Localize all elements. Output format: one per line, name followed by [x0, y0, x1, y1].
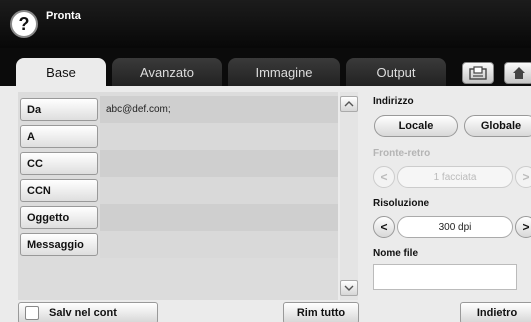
subject-field[interactable] — [100, 204, 338, 231]
bcc-button[interactable]: CCN — [20, 179, 98, 202]
tab-bar: Base Avanzato Immagine Output — [0, 48, 531, 86]
from-field[interactable]: abc@def.com; — [100, 96, 338, 123]
status-title: Pronta — [46, 10, 81, 22]
duplex-label: Fronte-retro — [373, 148, 431, 159]
home-button[interactable] — [504, 62, 531, 84]
save-checkbox[interactable] — [25, 306, 39, 320]
local-address-button[interactable]: Locale — [374, 115, 458, 137]
scroll-down-button[interactable] — [340, 280, 358, 296]
to-button[interactable]: A — [20, 125, 98, 148]
field-row-a: A — [18, 123, 338, 150]
message-field[interactable] — [100, 231, 338, 258]
scroll-up-button[interactable] — [340, 96, 358, 112]
tab-immagine[interactable]: Immagine — [228, 58, 340, 86]
cc-field[interactable] — [100, 150, 338, 177]
duplex-value: 1 facciata — [397, 166, 513, 188]
duplex-prev-button: < — [373, 166, 395, 188]
resolution-prev-button[interactable]: < — [373, 216, 395, 238]
from-button[interactable]: Da — [20, 98, 98, 121]
save-to-box-button[interactable]: Salv nel cont — [18, 302, 158, 322]
field-row-messaggio: Messaggio — [18, 231, 338, 258]
cc-button[interactable]: CC — [20, 152, 98, 175]
resolution-stepper[interactable]: < 300 dpi > — [373, 216, 531, 238]
header-bar: ? Pronta — [0, 0, 531, 48]
scrollbar[interactable] — [340, 92, 358, 300]
recipient-fields: Da abc@def.com; A CC CCN Oggetto Messagg… — [18, 92, 338, 300]
duplex-stepper: < 1 facciata > — [373, 166, 531, 188]
content-panel: Da abc@def.com; A CC CCN Oggetto Messagg… — [0, 86, 531, 322]
subject-button[interactable]: Oggetto — [20, 206, 98, 229]
tab-base[interactable]: Base — [16, 58, 106, 86]
tab-avanzato[interactable]: Avanzato — [112, 58, 222, 86]
to-field[interactable] — [100, 123, 338, 150]
home-icon — [513, 67, 525, 79]
field-row-ccn: CCN — [18, 177, 338, 204]
resolution-label: Risoluzione — [373, 198, 430, 209]
field-row-da: Da abc@def.com; — [18, 96, 338, 123]
back-button[interactable]: Indietro — [460, 302, 531, 322]
bcc-field[interactable] — [100, 177, 338, 204]
resolution-next-button[interactable]: > — [515, 216, 531, 238]
chevron-up-icon — [344, 101, 354, 107]
document-tray-button[interactable] — [462, 62, 494, 84]
address-label: Indirizzo — [373, 96, 414, 107]
save-to-box-label: Salv nel cont — [49, 307, 117, 319]
duplex-next-button: > — [515, 166, 531, 188]
global-address-button[interactable]: Globale — [464, 115, 531, 137]
document-tray-icon — [469, 66, 487, 80]
message-button[interactable]: Messaggio — [20, 233, 98, 256]
resolution-value: 300 dpi — [397, 216, 513, 238]
chevron-down-icon — [344, 285, 354, 291]
field-row-oggetto: Oggetto — [18, 204, 338, 231]
filename-input[interactable] — [373, 264, 517, 290]
tab-output[interactable]: Output — [346, 58, 446, 86]
help-button[interactable]: ? — [10, 10, 38, 38]
filename-label: Nome file — [373, 248, 419, 259]
clear-all-button[interactable]: Rim tutto — [283, 302, 359, 322]
field-row-cc: CC — [18, 150, 338, 177]
